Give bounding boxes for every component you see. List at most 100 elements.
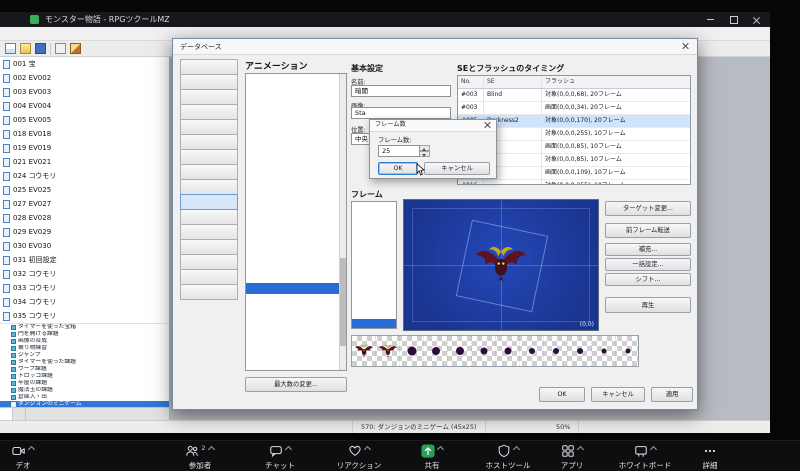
map-tree-item[interactable]: トロッコ課題: [0, 373, 169, 380]
meeting-reactions-button[interactable]: リアクション: [324, 444, 394, 470]
map-tree-item[interactable]: ワープ課題: [0, 366, 169, 373]
se-flash-row[interactable]: #003 画面(0,0,0,34), 20フレーム: [458, 102, 690, 115]
frame-list-item[interactable]: [352, 244, 396, 255]
animation-list-item[interactable]: [246, 316, 346, 327]
strip-cell[interactable]: [520, 336, 544, 366]
event-list-item[interactable]: 019 EV019: [0, 141, 169, 155]
animation-list-item[interactable]: [246, 283, 346, 294]
chevron-up-icon[interactable]: [208, 444, 215, 452]
frame-list-item[interactable]: [352, 255, 396, 266]
event-list-item[interactable]: 028 EV028: [0, 211, 169, 225]
open-project-icon[interactable]: [20, 43, 31, 54]
strip-cell[interactable]: [592, 336, 616, 366]
database-tab[interactable]: [180, 119, 238, 135]
strip-cell[interactable]: [544, 336, 568, 366]
strip-cell[interactable]: [616, 336, 638, 366]
database-tab[interactable]: [180, 254, 238, 270]
ok-button[interactable]: OK: [539, 387, 585, 402]
event-list-item[interactable]: 034 コウモリ: [0, 295, 169, 309]
undo-icon[interactable]: [55, 43, 66, 54]
chevron-up-icon[interactable]: [650, 444, 657, 452]
animation-list-item[interactable]: [246, 360, 346, 370]
animation-list-item[interactable]: [246, 228, 346, 239]
event-list-item[interactable]: 035 コウモリ: [0, 309, 169, 323]
frame-list-item[interactable]: [352, 318, 396, 328]
map-tree-item[interactable]: 牢屋の課題: [0, 380, 169, 387]
map-tree-item[interactable]: 乗り物練習: [0, 345, 169, 352]
event-list-item[interactable]: 002 EV002: [0, 71, 169, 85]
event-list-item[interactable]: 021 EV021: [0, 155, 169, 169]
database-tab[interactable]: [180, 164, 238, 180]
event-list-item[interactable]: 030 EV030: [0, 239, 169, 253]
animation-list-item[interactable]: [246, 96, 346, 107]
close-button[interactable]: [745, 12, 768, 27]
strip-cell[interactable]: [496, 336, 520, 366]
frame-list-item[interactable]: [352, 213, 396, 224]
animation-list-item[interactable]: [246, 140, 346, 151]
new-project-icon[interactable]: [5, 43, 16, 54]
image-field[interactable]: Sta: [351, 107, 451, 119]
meeting-apps-button[interactable]: アプリ: [548, 444, 596, 470]
database-tab[interactable]: [180, 74, 238, 90]
database-tab[interactable]: [180, 209, 238, 225]
database-tab[interactable]: [180, 179, 238, 195]
meeting-whiteboard-button[interactable]: ホワイトボード: [608, 444, 682, 470]
animation-list-item[interactable]: [246, 162, 346, 173]
frame-list-item[interactable]: [352, 234, 396, 245]
event-list-item[interactable]: 004 EV004: [0, 99, 169, 113]
meeting-host-tools-button[interactable]: ホストツール: [474, 444, 542, 470]
popup-titlebar[interactable]: フレーム数: [370, 120, 496, 132]
map-tree-item[interactable]: 倉庫入・出: [0, 394, 169, 401]
meeting-participants-button[interactable]: 2 参加者: [168, 444, 232, 470]
cancel-button[interactable]: キャンセル: [591, 387, 645, 402]
event-list-item[interactable]: 018 EV018: [0, 127, 169, 141]
animation-list-item[interactable]: [246, 118, 346, 129]
play-button[interactable]: 再生: [605, 297, 691, 313]
popup-cancel-button[interactable]: キャンセル: [424, 162, 490, 175]
animation-list-item[interactable]: [246, 250, 346, 261]
minimize-button[interactable]: [699, 12, 722, 27]
meeting-chat-button[interactable]: チャット: [250, 444, 310, 470]
save-project-icon[interactable]: [35, 43, 46, 54]
animation-list-item[interactable]: [246, 151, 346, 162]
event-list-item[interactable]: 024 コウモリ: [0, 169, 169, 183]
database-dialog-titlebar[interactable]: データベース: [173, 39, 697, 55]
frame-count-stepper[interactable]: 25: [378, 145, 430, 157]
database-tab[interactable]: [180, 224, 238, 240]
database-close-button[interactable]: [673, 39, 697, 53]
map-tree-item[interactable]: 門を開ける課題: [0, 331, 169, 338]
apply-button[interactable]: 適用: [651, 387, 693, 402]
database-tab[interactable]: [180, 194, 238, 210]
chevron-up-icon[interactable]: [28, 444, 35, 452]
strip-cell[interactable]: [376, 336, 400, 366]
animation-list-item[interactable]: [246, 107, 346, 118]
name-input[interactable]: 暗闇: [351, 85, 451, 97]
chevron-up-icon[interactable]: [513, 444, 520, 452]
map-tree-item[interactable]: 魔法玉の課題: [0, 387, 169, 394]
strip-cell[interactable]: [400, 336, 424, 366]
change-target-button[interactable]: ターゲット変更...: [605, 201, 691, 216]
animation-list-item[interactable]: [246, 261, 346, 272]
map-tree-item[interactable]: タイマーを使った課題: [0, 359, 169, 366]
event-list-item[interactable]: 032 コウモリ: [0, 267, 169, 281]
animation-list-item[interactable]: [246, 272, 346, 283]
scrollbar-thumb[interactable]: [340, 257, 346, 347]
animation-preview[interactable]: (0,0): [403, 199, 599, 331]
window-titlebar[interactable]: モンスター物語 - RPGツクールMZ: [0, 12, 770, 27]
spin-down-icon[interactable]: [420, 151, 430, 157]
database-tab[interactable]: [180, 284, 238, 300]
animation-list-item[interactable]: [246, 239, 346, 250]
animation-sprite[interactable]: [473, 244, 529, 285]
strip-cell[interactable]: [448, 336, 472, 366]
map-tree-item[interactable]: 画像の合成: [0, 338, 169, 345]
event-list-item[interactable]: 025 EV025: [0, 183, 169, 197]
strip-cell[interactable]: [472, 336, 496, 366]
frame-count-value[interactable]: 25: [378, 145, 420, 157]
strip-cell[interactable]: [352, 336, 376, 366]
map-tree-item[interactable]: ジャンプ: [0, 352, 169, 359]
database-tab[interactable]: [180, 269, 238, 285]
panel-tab[interactable]: [0, 408, 13, 420]
event-list-item[interactable]: 003 EV003: [0, 85, 169, 99]
event-list-item[interactable]: 027 EV027: [0, 197, 169, 211]
se-flash-row[interactable]: #003 Blind 対象(0,0,0,68), 20フレーム: [458, 89, 690, 102]
